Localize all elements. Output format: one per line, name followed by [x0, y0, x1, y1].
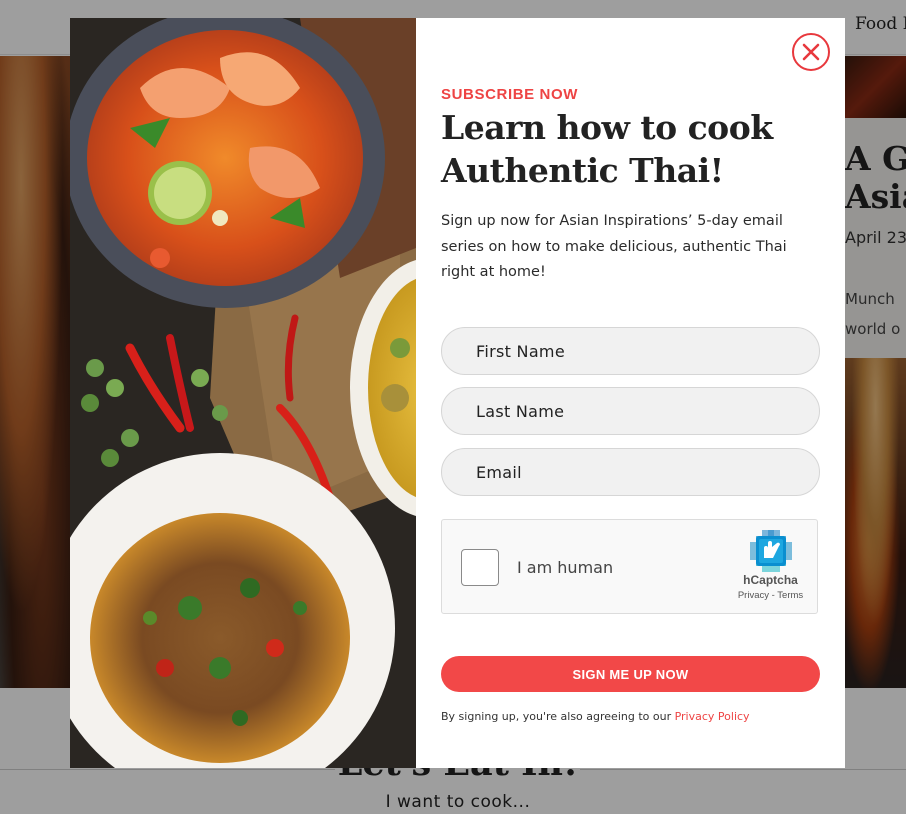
- captcha-checkbox[interactable]: [461, 549, 499, 586]
- first-name-input[interactable]: [441, 327, 820, 375]
- subscribe-eyebrow: SUBSCRIBE NOW: [441, 86, 578, 103]
- last-name-input[interactable]: [441, 387, 820, 435]
- privacy-policy-link[interactable]: Privacy Policy: [675, 710, 750, 723]
- captcha-label: I am human: [517, 558, 614, 577]
- captcha-terms-link[interactable]: Terms: [777, 590, 803, 601]
- email-input[interactable]: [441, 448, 820, 496]
- close-x-icon: [802, 43, 820, 61]
- captcha-privacy-link[interactable]: Privacy: [738, 590, 769, 601]
- hcaptcha-widget: I am human hCaptcha Privacy - Terms: [441, 519, 818, 614]
- legal-notice: By signing up, you're also agreeing to o…: [441, 710, 750, 723]
- hcaptcha-logo-icon: [750, 530, 792, 572]
- subscribe-modal: SUBSCRIBE NOW Learn how to cook Authenti…: [70, 18, 845, 768]
- modal-content: SUBSCRIBE NOW Learn how to cook Authenti…: [416, 18, 845, 768]
- close-button[interactable]: [792, 33, 830, 71]
- hcaptcha-brand: hCaptcha: [743, 573, 798, 587]
- modal-description: Sign up now for Asian Inspirations’ 5-da…: [441, 213, 787, 280]
- thai-food-image: [70, 18, 416, 768]
- sign-up-button[interactable]: SIGN ME UP NOW: [441, 656, 820, 692]
- modal-headline: Learn how to cook Authentic Thai!: [441, 108, 773, 190]
- captcha-links: Privacy - Terms: [722, 590, 819, 601]
